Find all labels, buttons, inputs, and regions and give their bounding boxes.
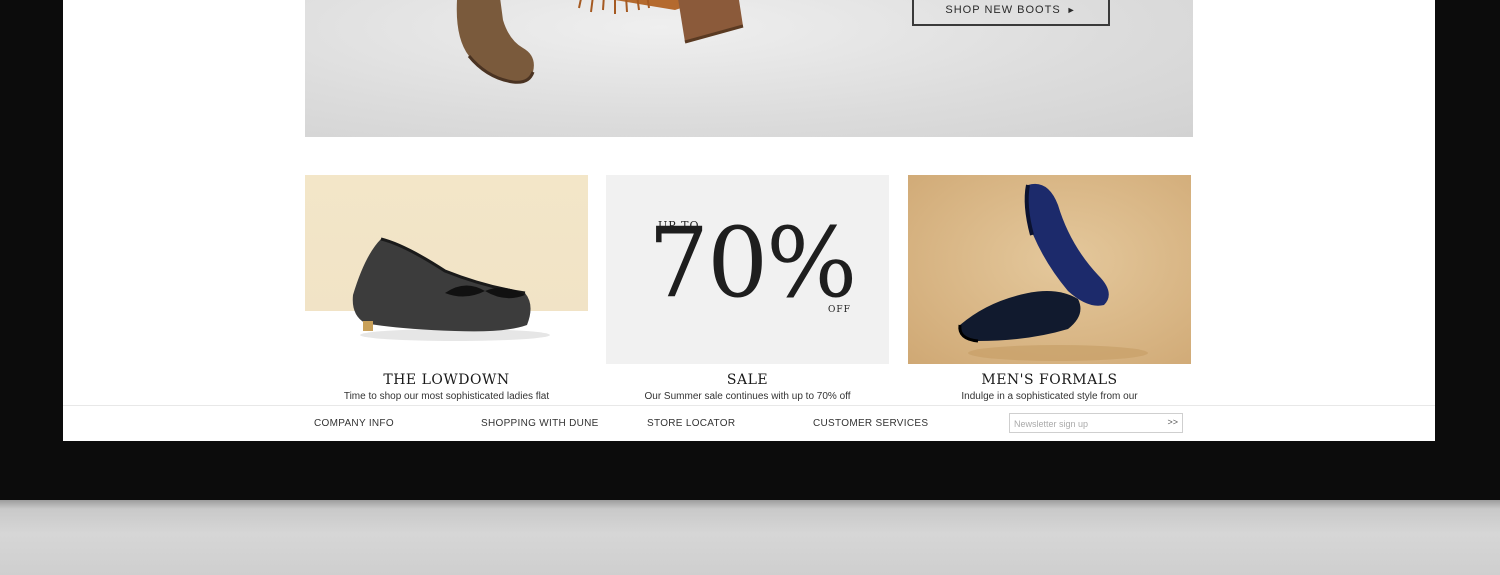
mens-formals-tile[interactable]: [908, 175, 1191, 364]
suede-boot-image: [456, 0, 535, 84]
mens-formals-text: Indulge in a sophisticated style from ou…: [961, 391, 1138, 402]
black-flat-shoe-image: [352, 237, 550, 341]
shop-button-label: SHOP NEW BOOTS: [945, 4, 1061, 16]
sale-text: Our Summer sale continues with up to 70%…: [644, 391, 851, 402]
footer-link-shopping-with-dune[interactable]: SHOPPING WITH DUNE: [481, 418, 599, 429]
sale-caption: SALE Our Summer sale continues with up t…: [606, 372, 889, 402]
monitor-stand: [0, 500, 1500, 575]
hero-banner[interactable]: SHOP NEW BOOTS ►: [305, 0, 1193, 137]
lowdown-tile[interactable]: [305, 175, 588, 364]
browser-screen: SHOP NEW BOOTS ► UP TO 70% OFF THE LOWDO…: [63, 0, 1435, 441]
sale-title[interactable]: SALE: [606, 372, 889, 388]
newsletter-input[interactable]: [1010, 415, 1158, 433]
fringe-boot-image: [578, 0, 744, 44]
sale-percentage: 70%: [648, 207, 857, 319]
sale-off-label: OFF: [828, 305, 851, 315]
newsletter-submit-button[interactable]: >>: [1167, 417, 1178, 427]
footer-link-store-locator[interactable]: STORE LOCATOR: [647, 418, 735, 429]
lowdown-title[interactable]: THE LOWDOWN: [305, 372, 588, 388]
shop-new-boots-button[interactable]: SHOP NEW BOOTS ►: [912, 0, 1110, 26]
mens-formals-title[interactable]: MEN'S FORMALS: [908, 372, 1191, 388]
newsletter-signup: >>: [1009, 413, 1183, 433]
lowdown-caption: THE LOWDOWN Time to shop our most sophis…: [305, 372, 588, 402]
sale-tile[interactable]: UP TO 70% OFF: [606, 175, 889, 364]
mens-formals-caption: MEN'S FORMALS Indulge in a sophisticated…: [908, 372, 1191, 402]
play-arrow-icon: ►: [1066, 5, 1077, 15]
site-footer: COMPANY INFO SHOPPING WITH DUNE STORE LO…: [63, 405, 1435, 441]
footer-link-customer-services[interactable]: CUSTOMER SERVICES: [813, 418, 928, 429]
footer-link-company-info[interactable]: COMPANY INFO: [314, 418, 394, 429]
lowdown-text: Time to shop our most sophisticated ladi…: [343, 391, 550, 402]
mens-formal-shoes-image: [958, 183, 1148, 361]
